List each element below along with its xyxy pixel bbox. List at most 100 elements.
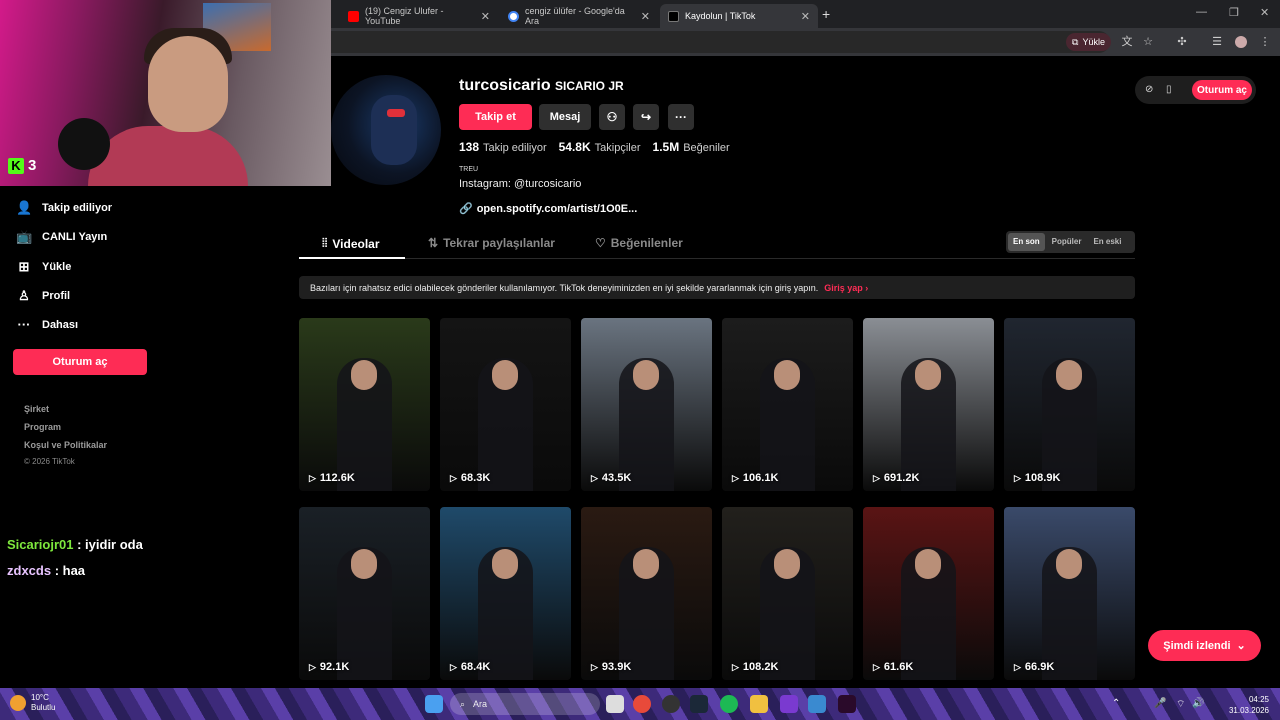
extensions-icon[interactable]: ✣ [1176, 36, 1188, 48]
store-icon[interactable] [808, 695, 826, 713]
sidebar-item-more[interactable]: ··· Dahası [16, 317, 79, 332]
mic-tray-icon[interactable]: 🎤 [1154, 698, 1166, 709]
link-icon: 🔗 [459, 203, 473, 215]
header-actions: ⊘ ▯ Oturum aç [1135, 76, 1256, 104]
notice-text: Bazıları için rahatsız edici olabilecek … [310, 282, 819, 293]
video-thumbnail-face [1056, 360, 1082, 390]
sort-popular[interactable]: Popüler [1047, 233, 1087, 251]
video-card[interactable]: ▷ 106.1K [722, 318, 853, 491]
stat-followers[interactable]: 54.8K Takipçiler [559, 140, 641, 154]
sidebar-item-following[interactable]: 👤 Takip ediliyor [16, 200, 112, 216]
browser-tab-youtube[interactable]: (19) Cengiz Ulufer - YouTube ✕ [340, 4, 498, 28]
tab-videos[interactable]: ⦙⦙ Videolar [322, 236, 380, 251]
tray-chevron-icon[interactable]: ⌃ [1112, 698, 1120, 709]
steam-icon[interactable] [690, 695, 708, 713]
close-icon[interactable]: ✕ [801, 10, 810, 23]
notice-link-label: Giriş yap [824, 282, 863, 293]
share-button[interactable]: ↪ [633, 104, 659, 130]
video-card[interactable]: ▷ 43.5K [581, 318, 712, 491]
suggested-accounts-button[interactable]: ⚇ [599, 104, 625, 130]
sidebar-item-live[interactable]: 📺 CANLI Yayın [16, 229, 107, 245]
footer-link-terms[interactable]: Koşul ve Politikalar [24, 440, 107, 450]
tab-liked[interactable]: ♡ Beğenilenler [595, 236, 683, 250]
reading-list-icon[interactable]: ☰ [1211, 36, 1223, 48]
browser-tab-tiktok[interactable]: Kaydolun | TikTok ✕ [660, 4, 818, 28]
compass-icon[interactable]: ⊘ [1145, 84, 1153, 95]
notice-login-link[interactable]: Giriş yap › [824, 283, 868, 293]
search-icon: ⌕ [460, 698, 466, 709]
profile-avatar-icon[interactable] [1235, 36, 1247, 48]
volume-icon[interactable]: 🔊 [1192, 698, 1204, 709]
video-card[interactable]: ▷ 61.6K [863, 507, 994, 680]
video-view-count: ▷ 43.5K [591, 472, 631, 484]
kick-logo-icon: K [8, 157, 24, 174]
sort-oldest[interactable]: En eski [1088, 233, 1126, 251]
footer-link-program[interactable]: Program [24, 422, 61, 432]
obs-icon[interactable] [662, 695, 680, 713]
add-user-icon: ⚇ [606, 110, 618, 124]
translate-icon[interactable]: 文 [1121, 36, 1133, 48]
tab-reposts[interactable]: ⇅ Tekrar paylaşılanlar [428, 236, 555, 250]
chat-message: Sicariojr01 : iyidir oda [7, 537, 143, 552]
weather-widget[interactable]: 10°C Bulutlu [10, 693, 55, 713]
video-card[interactable]: ▷ 66.9K [1004, 507, 1135, 680]
video-thumbnail-face [633, 360, 659, 390]
new-tab-button[interactable]: + [822, 6, 830, 22]
video-card[interactable]: ▷ 691.2K [863, 318, 994, 491]
watched-now-button[interactable]: Şimdi izlendi ⌄ [1148, 630, 1261, 661]
video-card[interactable]: ▷ 108.2K [722, 507, 853, 680]
taskbar-search[interactable]: ⌕ Ara [450, 693, 600, 715]
task-view-icon[interactable] [606, 695, 624, 713]
more-options-button[interactable]: ··· [668, 104, 694, 130]
close-icon[interactable]: ✕ [641, 10, 650, 23]
sort-latest[interactable]: En son [1008, 233, 1045, 251]
bookmark-star-icon[interactable]: ☆ [1142, 36, 1154, 48]
browser-tab-google[interactable]: cengiz ülüfer - Google'da Ara ✕ [500, 4, 658, 28]
video-card[interactable]: ▷ 112.6K [299, 318, 430, 491]
profile-avatar [331, 75, 441, 185]
footer-link-company[interactable]: Şirket [24, 404, 49, 414]
video-card[interactable]: ▷ 68.3K [440, 318, 571, 491]
install-icon: ⧉ [1072, 36, 1079, 47]
maximize-icon[interactable]: ❐ [1229, 6, 1239, 19]
windows-start-icon[interactable] [425, 695, 443, 713]
video-card[interactable]: ▷ 93.9K [581, 507, 712, 680]
menu-dots-icon[interactable]: ⋮ [1259, 36, 1271, 48]
network-icon[interactable]: ⌔ [1176, 698, 1185, 711]
video-view-count: ▷ 68.4K [450, 661, 490, 673]
sidebar-login-button[interactable]: Oturum aç [13, 349, 147, 375]
chrome-icon[interactable] [633, 695, 651, 713]
view-count-text: 108.2K [742, 661, 779, 673]
close-icon[interactable]: ✕ [481, 10, 490, 23]
file-explorer-icon[interactable] [750, 695, 768, 713]
taskbar-clock[interactable]: 04:25 31.03.2026 [1225, 694, 1269, 716]
phone-app-icon[interactable]: ▯ [1166, 84, 1172, 95]
window-close-icon[interactable]: ✕ [1260, 6, 1269, 19]
video-view-count: ▷ 106.1K [732, 472, 778, 484]
share-arrow-icon: ↪ [640, 110, 652, 124]
spotify-icon[interactable] [720, 695, 738, 713]
video-thumbnail-face [492, 549, 518, 579]
editor-icon[interactable] [838, 695, 856, 713]
video-view-count: ▷ 92.1K [309, 661, 349, 673]
sort-toggle: En son Popüler En eski [1006, 231, 1135, 253]
streamer-face [148, 36, 228, 132]
profile-link[interactable]: 🔗 open.spotify.com/artist/1O0E... [459, 202, 637, 216]
stat-following[interactable]: 138 Takip ediliyor [459, 140, 547, 154]
install-app-button[interactable]: ⧉ Yükle [1066, 33, 1111, 51]
sidebar-item-upload[interactable]: ⊞ Yükle [16, 259, 72, 275]
follow-button[interactable]: Takip et [459, 104, 532, 130]
video-card[interactable]: ▷ 108.9K [1004, 318, 1135, 491]
sidebar-item-profile[interactable]: ♙ Profil [16, 288, 70, 304]
video-card[interactable]: ▷ 68.4K [440, 507, 571, 680]
more-dots-icon: ··· [675, 110, 687, 124]
video-view-count: ▷ 61.6K [873, 661, 913, 673]
video-card[interactable]: ▷ 92.1K [299, 507, 430, 680]
app-icon[interactable] [780, 695, 798, 713]
video-view-count: ▷ 93.9K [591, 661, 631, 673]
minimize-icon[interactable]: — [1196, 6, 1207, 18]
header-login-button[interactable]: Oturum aç [1192, 80, 1252, 100]
message-button[interactable]: Mesaj [539, 104, 591, 130]
install-label: Yükle [1082, 37, 1105, 47]
view-count-text: 93.9K [601, 661, 632, 673]
